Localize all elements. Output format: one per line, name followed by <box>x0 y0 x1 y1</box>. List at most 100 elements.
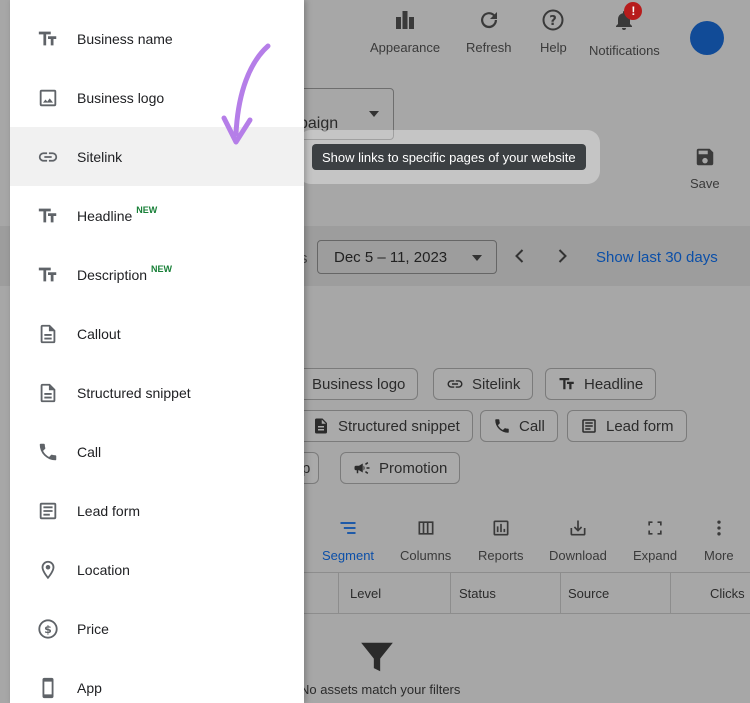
more-vert-icon <box>717 520 721 536</box>
menu-item-structured-snippet[interactable]: Structured snippet <box>10 363 304 422</box>
columns-button[interactable]: Columns <box>400 518 451 563</box>
chip-label: Sitelink <box>472 375 521 393</box>
column-divider <box>450 573 451 613</box>
menu-item-label: Sitelink <box>77 148 123 165</box>
form-icon <box>582 419 596 433</box>
menu-item-headline[interactable]: Headline NEW <box>10 186 304 245</box>
location-pin-icon <box>36 558 60 582</box>
text-icon <box>36 27 60 51</box>
new-badge: NEW <box>151 263 173 274</box>
columns-icon <box>418 521 434 535</box>
chevron-down-icon <box>472 255 482 261</box>
filter-funnel-icon <box>361 642 393 672</box>
reports-icon <box>493 520 509 536</box>
chip-label: Promotion <box>379 459 448 477</box>
refresh-label: Refresh <box>466 40 512 55</box>
menu-item-lead-form[interactable]: Lead form <box>10 481 304 540</box>
link-icon <box>36 145 60 169</box>
help-icon: ? <box>542 9 564 31</box>
chip-lead-form[interactable]: Lead form <box>567 410 687 442</box>
chevron-left-icon[interactable] <box>512 248 528 264</box>
columns-label: Columns <box>400 548 452 563</box>
menu-item-label: Price <box>77 620 109 637</box>
annotation-arrow <box>221 43 271 145</box>
menu-item-label: Callout <box>77 325 121 342</box>
help-button[interactable]: ? Help <box>540 8 567 55</box>
avatar[interactable] <box>690 21 724 55</box>
campaign-select[interactable]: paign <box>290 88 394 140</box>
column-header-source[interactable]: Source <box>568 586 609 601</box>
chip-label: Structured snippet <box>338 417 460 435</box>
svg-text:?: ? <box>550 14 558 29</box>
text-icon <box>36 204 60 228</box>
link-icon <box>447 380 463 388</box>
column-divider <box>338 573 339 613</box>
chevron-right-icon[interactable] <box>554 248 570 264</box>
save-button[interactable]: Save <box>690 146 720 191</box>
chip-label: Headline <box>584 375 644 393</box>
segment-button[interactable]: Segment <box>322 518 374 563</box>
document-icon <box>36 381 60 405</box>
menu-item-label: Description <box>77 266 148 283</box>
column-divider <box>560 573 561 613</box>
date-range-value: Dec 5 – 11, 2023 <box>334 248 448 266</box>
appearance-button[interactable]: Appearance <box>370 8 440 55</box>
menu-item-app[interactable]: App <box>10 658 304 703</box>
download-button[interactable]: Download <box>549 518 607 563</box>
menu-item-location[interactable]: Location <box>10 540 304 599</box>
document-icon <box>36 322 60 346</box>
menu-item-label: Lead form <box>77 502 141 519</box>
reports-button[interactable]: Reports <box>478 518 524 563</box>
menu-item-price[interactable]: $ Price <box>10 599 304 658</box>
chip-promotion[interactable]: Promotion <box>340 452 461 484</box>
show-last-30-days-link[interactable]: Show last 30 days <box>596 249 718 266</box>
help-label: Help <box>540 40 567 55</box>
column-header-status[interactable]: Status <box>459 586 496 601</box>
chevron-down-icon <box>369 111 379 117</box>
notifications-button[interactable]: ! Notifications <box>589 2 660 58</box>
chip-label: Lead form <box>606 417 674 435</box>
download-icon <box>570 520 586 536</box>
menu-item-label: Headline <box>77 207 133 224</box>
chip-label: Call <box>519 417 545 435</box>
notifications-label: Notifications <box>589 43 660 58</box>
column-header-level[interactable]: Level <box>350 586 381 601</box>
menu-item-label: Structured snippet <box>77 384 191 401</box>
download-label: Download <box>549 548 607 563</box>
menu-item-label: Call <box>77 443 102 460</box>
date-range-select[interactable]: Dec 5 – 11, 2023 <box>317 240 497 274</box>
chip-business-logo[interactable]: Business logo <box>300 368 419 400</box>
asset-type-menu: Business name Business logo Sitelink Hea… <box>10 0 304 703</box>
phone-icon <box>36 440 60 464</box>
menu-item-description[interactable]: Description NEW <box>10 245 304 304</box>
menu-item-label: Business name <box>77 30 173 47</box>
chip-sitelink[interactable]: Sitelink <box>433 368 534 400</box>
chip-call[interactable]: Call <box>480 410 558 442</box>
campaign-select-value: paign <box>299 115 339 132</box>
expand-button[interactable]: Expand <box>633 518 677 563</box>
menu-item-call[interactable]: Call <box>10 422 304 481</box>
text-icon <box>559 378 574 390</box>
image-icon <box>36 86 60 110</box>
column-header-clicks[interactable]: Clicks <box>710 586 745 601</box>
chip-structured-snippet[interactable]: Structured snippet <box>300 410 473 442</box>
notification-badge: ! <box>624 2 643 20</box>
megaphone-icon <box>354 462 370 474</box>
table-header: Level Status Source Clicks <box>300 572 750 614</box>
chip-headline[interactable]: Headline <box>545 368 657 400</box>
chip-label: Business logo <box>312 375 406 393</box>
column-divider <box>670 573 671 613</box>
more-button[interactable]: More <box>704 518 734 563</box>
mobile-icon <box>36 676 60 700</box>
text-icon <box>36 263 60 287</box>
empty-state-message: No assets match your filters <box>300 682 461 697</box>
menu-item-label: Business logo <box>77 89 165 106</box>
form-icon <box>36 499 60 523</box>
appearance-icon <box>396 11 415 29</box>
reports-label: Reports <box>478 548 524 563</box>
refresh-button[interactable]: Refresh <box>466 8 512 55</box>
segment-icon <box>340 522 356 534</box>
expand-icon <box>648 521 662 535</box>
segment-label: Segment <box>322 548 375 563</box>
menu-item-callout[interactable]: Callout <box>10 304 304 363</box>
